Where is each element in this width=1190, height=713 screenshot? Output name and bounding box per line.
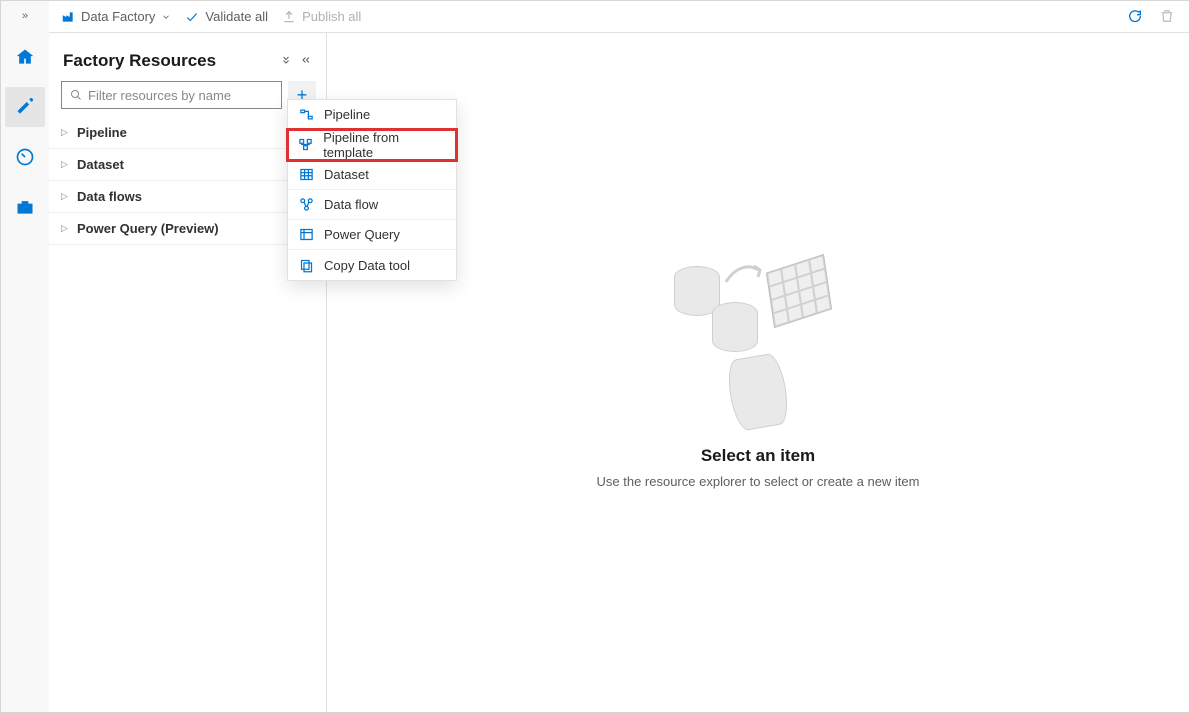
publish-all-button[interactable]: Publish all [282,9,361,24]
menu-item-pipeline[interactable]: Pipeline [288,100,456,130]
chevron-right-icon: ▷ [61,191,69,202]
tree-item-label: Data flows [77,189,142,204]
menu-item-label: Pipeline [324,107,370,122]
refresh-icon [1127,8,1143,24]
chevron-right-icon: ▷ [61,127,69,138]
expand-rail-button[interactable]: » [1,5,49,27]
check-icon [185,10,199,24]
tree-item-dataset[interactable]: ▷ Dataset [49,149,326,181]
menu-item-pipeline-template[interactable]: Pipeline from template [288,130,456,160]
tree-item-powerquery[interactable]: ▷ Power Query (Preview) [49,213,326,245]
rail-monitor-button[interactable] [5,137,45,177]
collapse-panel-button[interactable] [300,54,312,69]
workspace-dropdown[interactable]: Data Factory [61,9,171,24]
discard-button[interactable] [1159,8,1177,26]
template-icon [298,137,313,153]
chevron-down-icon [161,12,171,22]
search-input[interactable] [88,88,273,103]
empty-title: Select an item [701,446,815,466]
menu-item-label: Power Query [324,227,400,242]
rail-manage-button[interactable] [5,187,45,227]
validate-all-button[interactable]: Validate all [185,9,268,24]
chevrons-left-icon [300,54,312,66]
pipeline-icon [298,107,314,123]
factory-icon [61,10,75,24]
powerquery-icon [298,227,314,243]
chevrons-down-icon [280,54,292,66]
gauge-icon [15,147,35,167]
resource-tree: ▷ Pipeline ▷ Dataset ▷ Data flows ▷ Powe… [49,117,326,245]
dataset-icon [298,167,314,183]
trash-icon [1159,8,1175,24]
publish-label: Publish all [302,9,361,24]
menu-item-dataflow[interactable]: Data flow [288,190,456,220]
search-icon [70,89,82,101]
copy-icon [298,257,314,273]
search-input-wrap [61,81,282,109]
chevron-right-icon: ▷ [61,223,69,234]
collapse-all-button[interactable] [280,54,292,69]
tree-item-label: Dataset [77,157,124,172]
toolbox-icon [15,197,35,217]
panel-title: Factory Resources [63,51,280,71]
empty-subtitle: Use the resource explorer to select or c… [597,474,920,489]
menu-item-label: Dataset [324,167,369,182]
add-resource-menu: Pipeline Pipeline from template Dataset … [287,99,457,281]
home-icon [15,47,35,67]
chevron-right-icon: ▷ [61,159,69,170]
left-icon-rail: » [1,1,49,712]
rail-author-button[interactable] [5,87,45,127]
rail-home-button[interactable] [5,37,45,77]
menu-item-powerquery[interactable]: Power Query [288,220,456,250]
empty-illustration [668,256,848,426]
resource-panel: Factory Resources + ▷ Pipeline ▷ Dataset [49,33,327,712]
menu-item-dataset[interactable]: Dataset [288,160,456,190]
tree-item-dataflows[interactable]: ▷ Data flows [49,181,326,213]
top-toolbar: Data Factory Validate all Publish all [49,1,1189,33]
workspace-label: Data Factory [81,9,155,24]
pencil-icon [15,97,35,117]
menu-item-label: Data flow [324,197,378,212]
tree-item-pipeline[interactable]: ▷ Pipeline [49,117,326,149]
validate-label: Validate all [205,9,268,24]
tree-item-label: Power Query (Preview) [77,221,219,236]
menu-item-copydata[interactable]: Copy Data tool [288,250,456,280]
menu-item-label: Copy Data tool [324,258,410,273]
dataflow-icon [298,197,314,213]
refresh-button[interactable] [1127,8,1145,26]
upload-icon [282,10,296,24]
tree-item-label: Pipeline [77,125,127,140]
menu-item-label: Pipeline from template [323,130,446,160]
